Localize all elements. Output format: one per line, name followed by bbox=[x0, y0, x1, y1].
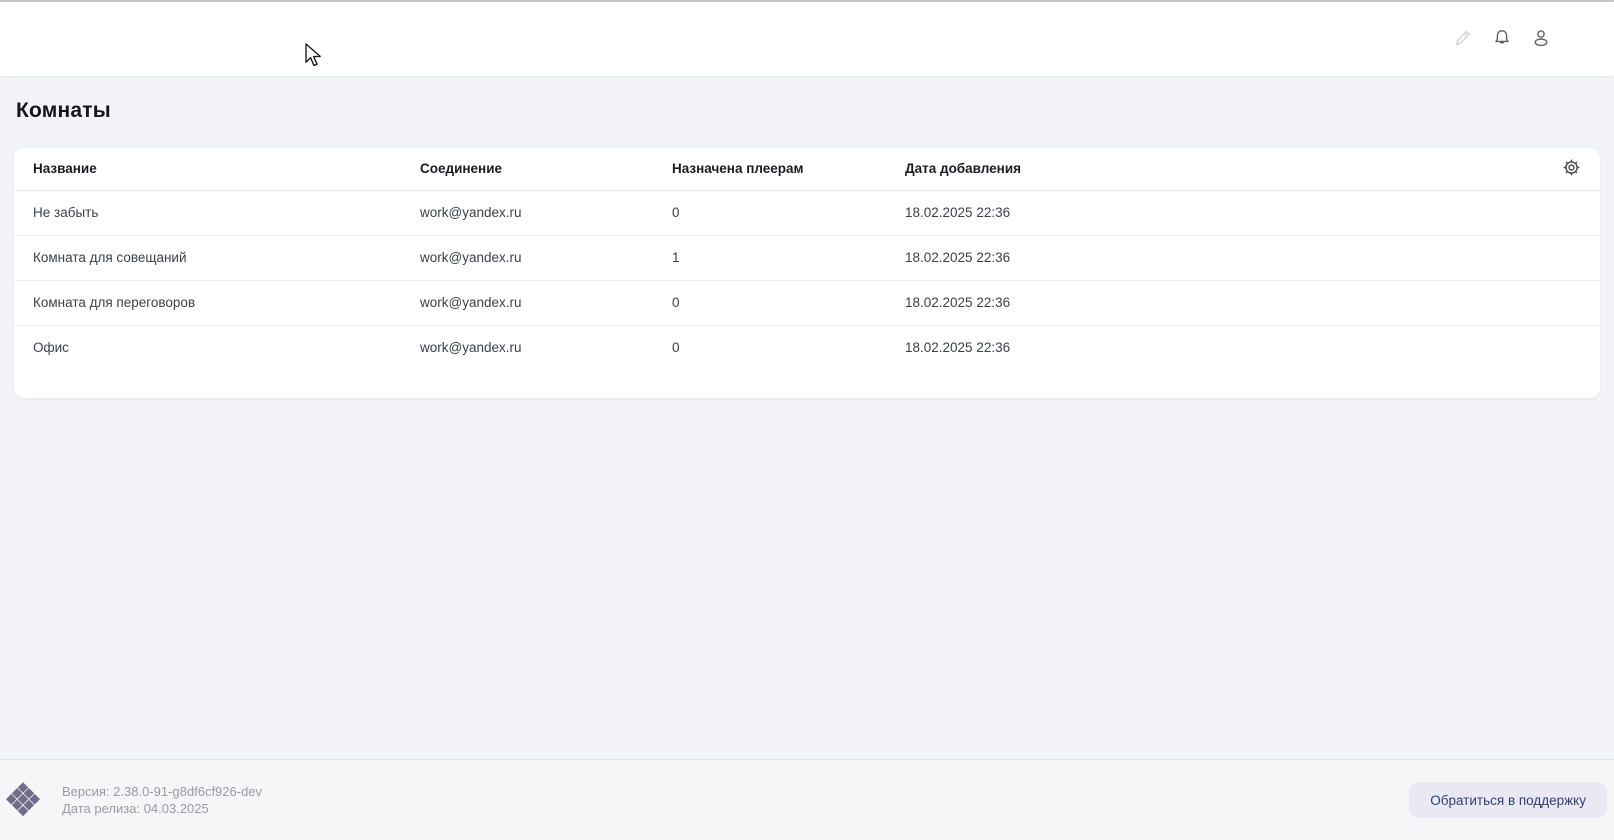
room-date-cell: 18.02.2025 22:36 bbox=[905, 280, 1558, 325]
room-date-cell: 18.02.2025 22:36 bbox=[905, 190, 1558, 235]
gear-icon bbox=[1561, 157, 1582, 181]
rooms-table-card: Название Соединение Назначена плеерам Да… bbox=[14, 148, 1600, 398]
content-area: Комнаты Название Соединение Назначена пл… bbox=[0, 76, 1614, 398]
column-header-players: Назначена плеерам bbox=[672, 148, 905, 190]
room-connection-cell: work@yandex.ru bbox=[420, 190, 672, 235]
room-players-cell: 1 bbox=[672, 235, 905, 280]
table-row[interactable]: Комната для совещаний work@yandex.ru 1 1… bbox=[14, 235, 1600, 280]
table-settings-button[interactable] bbox=[1560, 158, 1582, 180]
user-icon bbox=[1531, 28, 1551, 51]
table-header-row: Название Соединение Назначена плеерам Да… bbox=[14, 148, 1600, 190]
column-header-name: Название bbox=[14, 148, 420, 190]
table-row[interactable]: Офис work@yandex.ru 0 18.02.2025 22:36 bbox=[14, 325, 1600, 370]
bell-icon bbox=[1492, 28, 1512, 51]
footer: Версия: 2.38.0-91-g8df6cf926-dev Дата ре… bbox=[0, 759, 1614, 840]
edit-button[interactable] bbox=[1452, 28, 1474, 50]
account-button[interactable] bbox=[1530, 28, 1552, 50]
room-players-cell: 0 bbox=[672, 280, 905, 325]
pencil-icon bbox=[1453, 28, 1473, 51]
column-header-connection: Соединение bbox=[420, 148, 672, 190]
app-logo-icon bbox=[6, 782, 40, 821]
table-row[interactable]: Не забыть work@yandex.ru 0 18.02.2025 22… bbox=[14, 190, 1600, 235]
room-connection-cell: work@yandex.ru bbox=[420, 325, 672, 370]
top-bar bbox=[0, 2, 1614, 76]
room-name-cell: Офис bbox=[14, 325, 420, 370]
room-players-cell: 0 bbox=[672, 190, 905, 235]
column-header-date: Дата добавления bbox=[905, 148, 1558, 190]
version-label: Версия: 2.38.0-91-g8df6cf926-dev bbox=[62, 783, 262, 800]
notifications-button[interactable] bbox=[1491, 28, 1513, 50]
room-name-cell: Не забыть bbox=[14, 190, 420, 235]
room-date-cell: 18.02.2025 22:36 bbox=[905, 235, 1558, 280]
room-players-cell: 0 bbox=[672, 325, 905, 370]
contact-support-button[interactable]: Обратиться в поддержку bbox=[1409, 782, 1607, 818]
table-row[interactable]: Комната для переговоров work@yandex.ru 0… bbox=[14, 280, 1600, 325]
page-title: Комнаты bbox=[16, 98, 1600, 124]
release-date-label: Дата релиза: 04.03.2025 bbox=[62, 800, 262, 817]
room-connection-cell: work@yandex.ru bbox=[420, 235, 672, 280]
room-name-cell: Комната для совещаний bbox=[14, 235, 420, 280]
room-connection-cell: work@yandex.ru bbox=[420, 280, 672, 325]
room-name-cell: Комната для переговоров bbox=[14, 280, 420, 325]
version-info: Версия: 2.38.0-91-g8df6cf926-dev Дата ре… bbox=[62, 783, 262, 817]
rooms-table: Название Соединение Назначена плеерам Да… bbox=[14, 148, 1600, 370]
room-date-cell: 18.02.2025 22:36 bbox=[905, 325, 1558, 370]
